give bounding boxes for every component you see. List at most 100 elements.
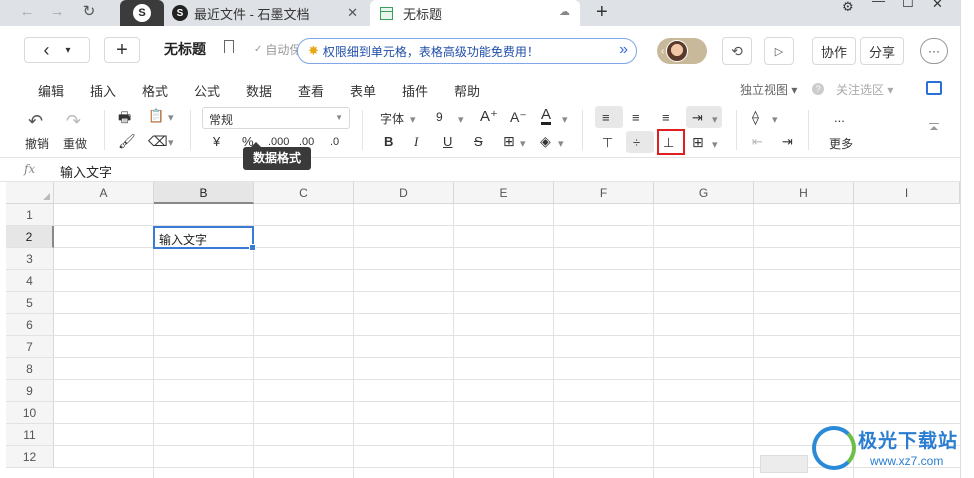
new-document-button[interactable]: + — [104, 37, 140, 63]
view-mode-dropdown[interactable]: 独立视图 ▾ — [740, 81, 797, 98]
column-header-i[interactable]: I — [854, 182, 960, 204]
more-options-button[interactable]: ··· — [920, 38, 948, 64]
avatar[interactable] — [666, 40, 689, 62]
menu-formula[interactable]: 公式 — [194, 81, 220, 100]
new-tab-button[interactable]: + — [596, 0, 608, 26]
bold-button[interactable]: B — [384, 134, 393, 150]
more-tools-button[interactable]: 更多 — [829, 135, 853, 152]
chevron-down-icon[interactable]: ▾ — [168, 135, 174, 151]
font-grow-button[interactable]: A⁺ — [480, 109, 498, 125]
row-header-11[interactable]: 11 — [6, 424, 54, 446]
column-header-f[interactable]: F — [554, 182, 654, 204]
column-header-h[interactable]: H — [754, 182, 854, 204]
present-button[interactable]: ▷ — [764, 37, 794, 65]
column-header-c[interactable]: C — [254, 182, 354, 204]
share-button[interactable]: 分享 — [860, 37, 905, 65]
row-header-8[interactable]: 8 — [6, 358, 54, 380]
reload-icon[interactable]: ↻ — [78, 2, 100, 22]
collaborator-avatars[interactable]: ‹ — [657, 38, 707, 64]
increase-indent-icon[interactable]: ⇥ — [782, 134, 793, 150]
decrease-indent-icon[interactable]: ⇤ — [752, 134, 763, 150]
menu-format[interactable]: 格式 — [142, 81, 168, 100]
font-shrink-button[interactable]: A⁻ — [510, 109, 527, 125]
back-nav-button[interactable]: ‹ ▾ — [24, 37, 90, 63]
chevron-down-icon[interactable]: ▾ — [520, 136, 526, 152]
paste-icon[interactable]: 📋 — [148, 108, 164, 124]
collapse-toolbar-icon[interactable] — [929, 123, 939, 131]
text-direction-icon[interactable]: ⟠ — [752, 109, 759, 125]
row-header-5[interactable]: 5 — [6, 292, 54, 314]
italic-button[interactable]: I — [414, 134, 418, 150]
menu-form[interactable]: 表单 — [350, 81, 376, 100]
fill-color-icon[interactable]: ◈ — [540, 133, 551, 149]
tab-shimo-home[interactable]: S — [120, 0, 164, 26]
settings-gear-icon[interactable]: ⚙ — [842, 0, 854, 22]
maximize-icon[interactable]: ☐ — [902, 0, 914, 18]
tab-recent-files[interactable]: S 最近文件 - 石墨文档 ✕ — [164, 0, 368, 26]
eraser-icon[interactable]: ⌫ — [148, 133, 168, 149]
bookmark-icon[interactable] — [224, 40, 234, 53]
align-top-icon[interactable]: ⊤ — [602, 135, 613, 151]
align-middle-icon[interactable]: ÷ — [633, 135, 640, 151]
chevron-down-icon[interactable]: ▾ — [458, 112, 464, 128]
number-format-select[interactable]: 常规 ▼ — [202, 107, 350, 129]
row-header-1[interactable]: 1 — [6, 204, 54, 226]
upgrade-promo-banner[interactable]: ✸ 权限细到单元格，表格高级功能免费用！ » — [297, 38, 637, 64]
decrease-decimal-button[interactable]: .0 — [330, 134, 339, 150]
strikethrough-button[interactable]: S — [474, 134, 483, 150]
align-left-icon[interactable]: ≡ — [602, 110, 610, 126]
print-icon[interactable]: 🖶 — [118, 109, 131, 125]
more-dots-icon[interactable]: ... — [834, 110, 845, 126]
history-button[interactable]: ⟲ — [722, 37, 752, 65]
font-color-button[interactable]: A — [541, 107, 552, 125]
row-header-10[interactable]: 10 — [6, 402, 54, 424]
chevron-down-icon[interactable]: ▾ — [712, 137, 718, 153]
underline-button[interactable]: U — [443, 134, 452, 150]
menu-plugins[interactable]: 插件 — [402, 81, 428, 100]
focus-selection-dropdown[interactable]: 关注选区 ▾ — [836, 81, 893, 98]
menu-edit[interactable]: 编辑 — [38, 81, 64, 100]
column-header-a[interactable]: A — [54, 182, 154, 204]
collaborate-button[interactable]: 协作 — [812, 37, 857, 65]
column-header-d[interactable]: D — [354, 182, 454, 204]
redo-button[interactable]: 重做 — [63, 135, 87, 152]
column-header-g[interactable]: G — [654, 182, 754, 204]
document-title[interactable]: 无标题 — [164, 39, 206, 59]
menu-insert[interactable]: 插入 — [90, 81, 116, 100]
side-panel-icon[interactable] — [926, 81, 942, 95]
font-family-dropdown[interactable]: 字体 — [380, 110, 404, 127]
chevron-down-icon[interactable]: ▾ — [558, 136, 564, 152]
row-header-6[interactable]: 6 — [6, 314, 54, 336]
back-arrow-icon[interactable]: ← — [16, 2, 38, 22]
undo-button[interactable]: 撤销 — [25, 135, 49, 152]
tab-untitled[interactable]: 无标题 ☁ — [370, 0, 580, 26]
row-header-7[interactable]: 7 — [6, 336, 54, 358]
merge-cells-icon[interactable]: ⊞ — [692, 134, 704, 150]
row-header-4[interactable]: 4 — [6, 270, 54, 292]
redo-icon[interactable]: ↷ — [66, 112, 81, 130]
menu-help[interactable]: 帮助 — [454, 81, 480, 100]
column-header-b[interactable]: B — [154, 182, 254, 204]
font-size-dropdown[interactable]: 9 — [436, 110, 443, 124]
formula-input[interactable]: 输入文字 — [60, 162, 112, 181]
chevron-down-icon[interactable]: ▾ — [410, 112, 416, 128]
align-right-icon[interactable]: ≡ — [662, 110, 670, 126]
minimize-icon[interactable]: — — [872, 0, 885, 16]
row-header-3[interactable]: 3 — [6, 248, 54, 270]
close-icon[interactable]: ✕ — [347, 5, 358, 21]
menu-view[interactable]: 查看 — [298, 81, 324, 100]
undo-icon[interactable]: ↶ — [28, 112, 43, 130]
borders-icon[interactable]: ⊞ — [503, 133, 515, 149]
chevron-down-icon[interactable]: ▾ — [712, 112, 718, 128]
chevron-down-icon[interactable]: ▾ — [772, 112, 778, 128]
row-header-9[interactable]: 9 — [6, 380, 54, 402]
row-header-2[interactable]: 2 — [6, 226, 54, 248]
column-header-e[interactable]: E — [454, 182, 554, 204]
menu-data[interactable]: 数据 — [246, 81, 272, 100]
forward-arrow-icon[interactable]: → — [46, 2, 68, 22]
currency-format-button[interactable]: ¥ — [213, 134, 220, 150]
active-cell-b2[interactable]: 输入文字 — [153, 226, 256, 251]
chevron-down-icon[interactable]: ▾ — [168, 110, 174, 126]
help-question-icon[interactable]: ? — [812, 83, 824, 95]
align-center-icon[interactable]: ≡ — [632, 110, 640, 126]
